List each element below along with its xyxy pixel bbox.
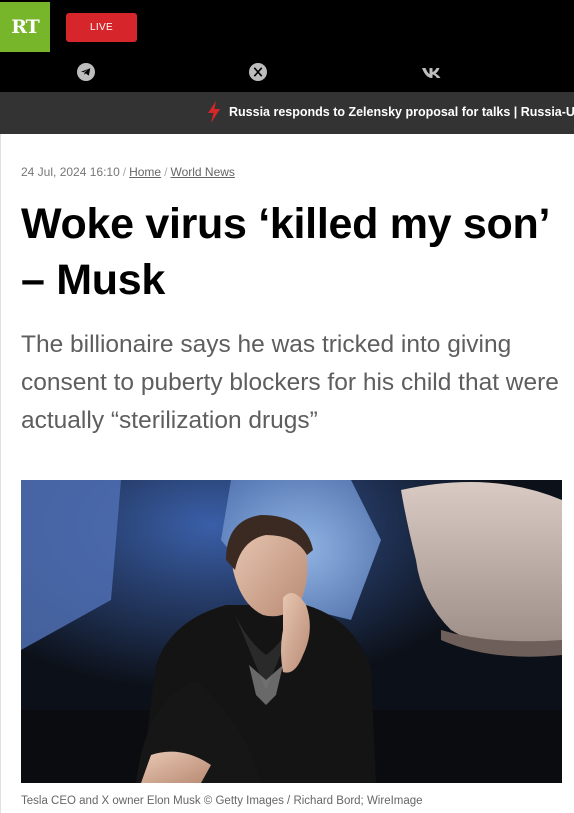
lightning-icon xyxy=(208,101,220,123)
rt-logo[interactable]: RT xyxy=(0,2,50,52)
article-photo[interactable] xyxy=(21,480,562,783)
article-title: Woke virus ‘killed my son’ – Musk xyxy=(21,200,548,304)
breadcrumb-world-news[interactable]: World News xyxy=(170,165,234,179)
article-date: 24 Jul, 2024 16:10 xyxy=(21,165,120,179)
live-button[interactable]: LIVE xyxy=(66,13,137,42)
news-ticker[interactable]: Russia responds to Zelensky proposal for… xyxy=(0,92,574,134)
article-summary: The billionaire says he was tricked into… xyxy=(21,331,559,434)
left-border xyxy=(0,134,1,813)
x-icon[interactable] xyxy=(249,63,267,81)
image-caption: Tesla CEO and X owner Elon Musk © Getty … xyxy=(21,795,423,807)
ticker-text[interactable]: Russia responds to Zelensky proposal for… xyxy=(229,105,574,119)
telegram-icon[interactable] xyxy=(77,63,95,81)
breadcrumb-home[interactable]: Home xyxy=(129,165,161,179)
logo-text: RT xyxy=(11,16,40,38)
article-meta: 24 Jul, 2024 16:10/Home / World News xyxy=(21,165,235,179)
top-navigation-bar: RT LIVE xyxy=(0,0,574,92)
photo-illustration xyxy=(21,480,562,783)
vk-icon[interactable] xyxy=(421,63,443,81)
